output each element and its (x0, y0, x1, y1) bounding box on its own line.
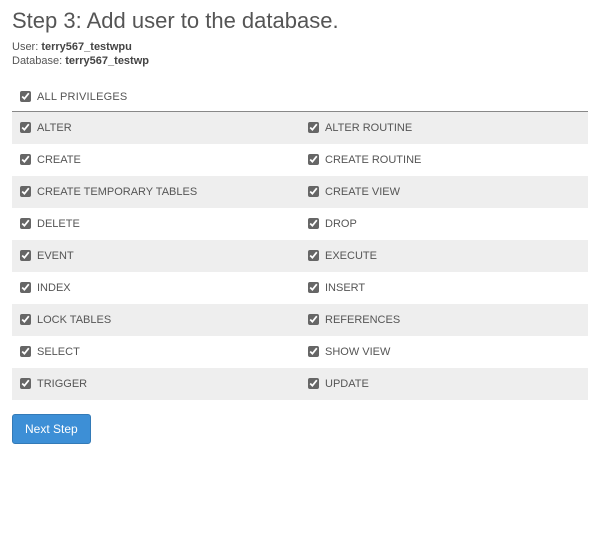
privilege-text: DELETE (37, 218, 80, 230)
privilege-text: CREATE ROUTINE (325, 154, 421, 166)
privilege-row: CREATE CREATE ROUTINE (12, 144, 588, 176)
privilege-text: CREATE (37, 154, 81, 166)
privilege-row: INDEX INSERT (12, 272, 588, 304)
privilege-cell: TRIGGER (12, 368, 300, 400)
privilege-label[interactable]: UPDATE (308, 378, 369, 390)
privilege-checkbox[interactable] (20, 378, 31, 389)
privilege-label[interactable]: CREATE VIEW (308, 186, 400, 198)
privilege-label[interactable]: ALTER ROUTINE (308, 122, 412, 134)
privilege-label[interactable]: CREATE (20, 154, 81, 166)
privilege-checkbox[interactable] (20, 282, 31, 293)
privilege-label[interactable]: EXECUTE (308, 250, 377, 262)
privilege-label[interactable]: LOCK TABLES (20, 314, 111, 326)
privilege-cell: ALTER ROUTINE (300, 112, 588, 144)
privilege-checkbox[interactable] (308, 186, 319, 197)
privilege-cell: EXECUTE (300, 240, 588, 272)
privilege-label[interactable]: SHOW VIEW (308, 346, 390, 358)
privilege-row: EVENT EXECUTE (12, 240, 588, 272)
privilege-label[interactable]: INSERT (308, 282, 365, 294)
privilege-checkbox[interactable] (308, 250, 319, 261)
privilege-text: TRIGGER (37, 378, 87, 390)
privilege-label[interactable]: DELETE (20, 218, 80, 230)
all-privileges-row: ALL PRIVILEGES (12, 87, 588, 109)
privilege-label[interactable]: CREATE ROUTINE (308, 154, 421, 166)
privilege-checkbox[interactable] (20, 154, 31, 165)
privilege-text: INDEX (37, 282, 71, 294)
privilege-cell: DELETE (12, 208, 300, 240)
user-value: terry567_testwpu (41, 41, 132, 53)
privilege-label[interactable]: DROP (308, 218, 357, 230)
user-label: User: (12, 41, 38, 53)
privilege-text: INSERT (325, 282, 365, 294)
privilege-cell: CREATE VIEW (300, 176, 588, 208)
privilege-row: DELETE DROP (12, 208, 588, 240)
privilege-cell: SHOW VIEW (300, 336, 588, 368)
privilege-cell: INSERT (300, 272, 588, 304)
privilege-row: TRIGGER UPDATE (12, 368, 588, 400)
privilege-checkbox[interactable] (308, 122, 319, 133)
privilege-text: CREATE VIEW (325, 186, 400, 198)
privilege-checkbox[interactable] (20, 186, 31, 197)
privilege-row: SELECT SHOW VIEW (12, 336, 588, 368)
privilege-checkbox[interactable] (308, 154, 319, 165)
database-line: Database: terry567_testwp (12, 54, 588, 68)
privilege-cell: CREATE ROUTINE (300, 144, 588, 176)
privilege-checkbox[interactable] (308, 282, 319, 293)
privilege-label[interactable]: CREATE TEMPORARY TABLES (20, 186, 197, 198)
step-heading: Step 3: Add user to the database. (12, 8, 588, 34)
next-step-button[interactable]: Next Step (12, 414, 91, 444)
privilege-checkbox[interactable] (308, 346, 319, 357)
privilege-checkbox[interactable] (20, 218, 31, 229)
privilege-cell: CREATE TEMPORARY TABLES (12, 176, 300, 208)
privilege-checkbox[interactable] (308, 314, 319, 325)
privilege-cell: LOCK TABLES (12, 304, 300, 336)
privilege-checkbox[interactable] (308, 378, 319, 389)
privilege-checkbox[interactable] (20, 250, 31, 261)
user-line: User: terry567_testwpu (12, 40, 588, 54)
all-privileges-checkbox[interactable] (20, 91, 31, 102)
privilege-cell: SELECT (12, 336, 300, 368)
privilege-label[interactable]: REFERENCES (308, 314, 400, 326)
privilege-label[interactable]: SELECT (20, 346, 80, 358)
database-label: Database: (12, 55, 62, 67)
all-privileges-text: ALL PRIVILEGES (37, 91, 127, 103)
privilege-label[interactable]: INDEX (20, 282, 71, 294)
privilege-cell: ALTER (12, 112, 300, 144)
privilege-row: ALTER ALTER ROUTINE (12, 112, 588, 144)
privileges-table: ALTERALTER ROUTINECREATECREATE ROUTINECR… (12, 112, 588, 400)
privilege-row: LOCK TABLES REFERENCES (12, 304, 588, 336)
database-value: terry567_testwp (65, 55, 149, 67)
privilege-text: REFERENCES (325, 314, 400, 326)
privilege-cell: EVENT (12, 240, 300, 272)
all-privileges-label[interactable]: ALL PRIVILEGES (20, 91, 580, 103)
privilege-text: LOCK TABLES (37, 314, 111, 326)
privilege-text: CREATE TEMPORARY TABLES (37, 186, 197, 198)
privilege-cell: INDEX (12, 272, 300, 304)
privilege-cell: DROP (300, 208, 588, 240)
privilege-checkbox[interactable] (20, 314, 31, 325)
privilege-checkbox[interactable] (308, 218, 319, 229)
privilege-text: DROP (325, 218, 357, 230)
privilege-checkbox[interactable] (20, 346, 31, 357)
privilege-text: EXECUTE (325, 250, 377, 262)
privilege-checkbox[interactable] (20, 122, 31, 133)
privilege-row: CREATE TEMPORARY TABLES CREATE VIEW (12, 176, 588, 208)
privilege-text: SELECT (37, 346, 80, 358)
privilege-cell: CREATE (12, 144, 300, 176)
privilege-text: ALTER ROUTINE (325, 122, 412, 134)
privilege-label[interactable]: TRIGGER (20, 378, 87, 390)
privilege-text: SHOW VIEW (325, 346, 390, 358)
privilege-text: UPDATE (325, 378, 369, 390)
privilege-cell: REFERENCES (300, 304, 588, 336)
privilege-text: ALTER (37, 122, 72, 134)
privilege-label[interactable]: ALTER (20, 122, 72, 134)
privilege-cell: UPDATE (300, 368, 588, 400)
privilege-text: EVENT (37, 250, 74, 262)
privilege-label[interactable]: EVENT (20, 250, 74, 262)
